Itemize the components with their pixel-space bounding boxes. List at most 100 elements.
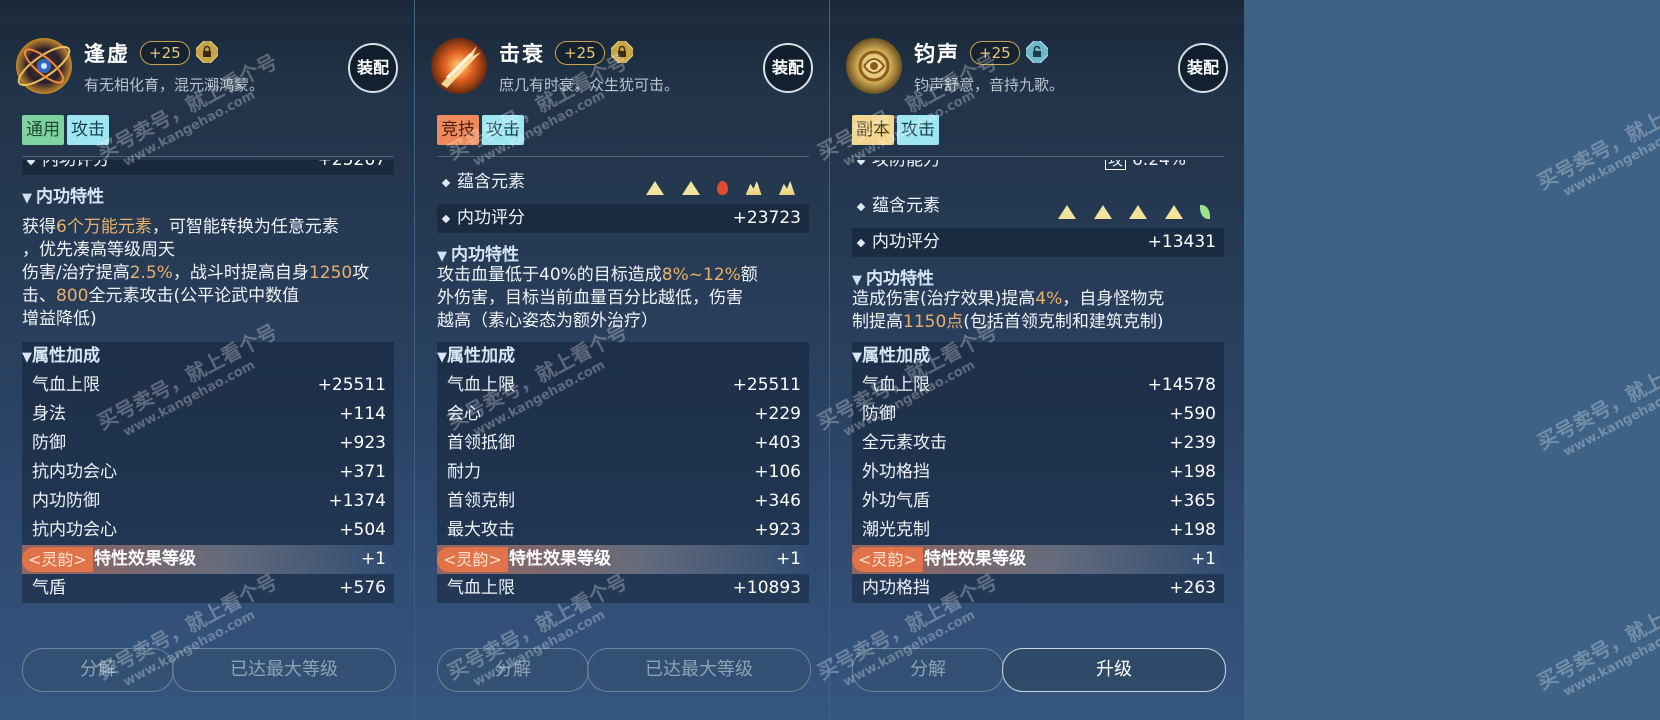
collapse-arrow-icon: ▼ (437, 249, 447, 264)
attr-section-header[interactable]: ▼属性加成 (437, 342, 809, 371)
tag-type: 攻击 (67, 115, 109, 145)
elements-row: 蕴含元素 (437, 168, 809, 197)
divider (852, 156, 1224, 157)
decompose-button[interactable]: 分解 (22, 648, 174, 692)
level-badge: +25 (555, 41, 605, 65)
max-level-button[interactable]: 已达最大等级 (172, 648, 396, 692)
attr-row: 最大攻击 +923 (437, 516, 809, 545)
item-icon-junsheng (846, 38, 902, 94)
lock-icon[interactable] (611, 41, 633, 63)
element-triangle-icon (1058, 205, 1077, 219)
lingyun-row: <灵韵> 特性效果等级 +1 (437, 545, 809, 574)
item-icon-jishuai (431, 38, 487, 94)
attr-row: 气血上限 +25511 (22, 371, 394, 400)
lingyun-badge: <灵韵> (437, 547, 508, 572)
equip-button[interactable]: 装配 (763, 43, 813, 93)
attr-row: 气血上限 +14578 (852, 371, 1224, 400)
element-triangle-icon (1164, 205, 1183, 219)
score-row: 内功评分 +25267 (22, 160, 394, 175)
element-fire-icon (717, 181, 729, 195)
item-description: 钧声舒意，音持九歌。 (914, 76, 1065, 94)
element-icons (1046, 198, 1210, 219)
trait-section-header[interactable]: ▼ 内功特性 (852, 264, 934, 289)
collapse-arrow-icon: ▼ (852, 350, 862, 365)
tag-category: 竞技 (437, 115, 479, 145)
lock-icon[interactable] (196, 41, 218, 63)
item-description: 庶几有时衰，众生犹可击。 (499, 76, 680, 94)
elements-row: 蕴含元素 (852, 192, 1224, 221)
item-name: 钧声 (914, 41, 960, 66)
element-triangle-icon (681, 181, 700, 195)
attr-row: 内功防御 +1374 (22, 487, 394, 516)
lingyun-row: <灵韵> 特性效果等级 +1 (22, 545, 394, 574)
attr-row: 首领克制 +346 (437, 487, 809, 516)
attr-row: 抗内功会心 +504 (22, 516, 394, 545)
attr-row: 防御 +590 (852, 400, 1224, 429)
lingyun-badge: <灵韵> (22, 547, 93, 572)
item-name: 逢虚 (84, 41, 130, 66)
lingyun-badge: <灵韵> (852, 547, 923, 572)
item-panel-2: 击衰 +25 庶几有时衰，众生犹可击。 装配 竞技 攻击 蕴含元素 内功评分 +… (415, 0, 829, 720)
attr-row: 耐力 +106 (437, 458, 809, 487)
trait-section-header[interactable]: ▼ 内功特性 (22, 182, 104, 207)
item-description: 有无相化育，混元溯鸿蒙。 (84, 76, 265, 94)
equip-button[interactable]: 装配 (1178, 43, 1228, 93)
element-icons (634, 174, 795, 195)
collapse-arrow-icon: ▼ (22, 191, 32, 206)
details-scroll-area[interactable]: 蕴含元素 内功评分 +23723 ▼ 内功特性 攻击血量低于40%的目标造成8%~… (415, 160, 829, 630)
diamond-bullet-icon (856, 238, 866, 248)
collapse-arrow-icon: ▼ (22, 350, 32, 365)
element-triangle-icon (1129, 205, 1148, 219)
element-leaf-icon (1200, 205, 1210, 219)
score-row: 内功评分 +13431 (852, 228, 1224, 257)
watermark: 买号卖号，就上看个号 www.kangehao.com (1533, 79, 1660, 200)
attr-row: 防御 +923 (22, 429, 394, 458)
attr-row: 气血上限 +25511 (437, 371, 809, 400)
collapse-arrow-icon: ▼ (852, 273, 862, 288)
diamond-bullet-icon (856, 202, 866, 212)
element-mountain-icon (745, 181, 762, 195)
upgrade-button[interactable]: 升级 (1002, 648, 1226, 692)
lingyun-row: <灵韵> 特性效果等级 +1 (852, 545, 1224, 574)
attr-row: 会心 +229 (437, 400, 809, 429)
collapse-arrow-icon: ▼ (437, 350, 447, 365)
unlock-icon[interactable] (1026, 41, 1048, 63)
decompose-button[interactable]: 分解 (852, 648, 1004, 692)
attr-row: 气血上限 +10893 (437, 574, 809, 603)
item-panel-3: 钧声 +25 钧声舒意，音持九歌。 装配 副本 攻击 攻防能力 攻 6.24% 蕴… (830, 0, 1244, 720)
level-badge: +25 (970, 41, 1020, 65)
attr-row: 外功气盾 +365 (852, 487, 1224, 516)
tag-type: 攻击 (482, 115, 524, 145)
attr-section-header[interactable]: ▼属性加成 (22, 342, 394, 371)
attr-row: 抗内功会心 +371 (22, 458, 394, 487)
trait-text: 造成伤害(治疗效果)提高4%，自身怪物克 制提高1150点(包括首领克制和建筑克… (852, 289, 1165, 332)
attack-defense-row: 攻防能力 攻 6.24% (852, 160, 1224, 175)
details-scroll-area[interactable]: 攻防能力 攻 6.24% 蕴含元素 内功评分 +13431 ▼ 内功特性 造成伤… (830, 160, 1244, 630)
decompose-button[interactable]: 分解 (437, 648, 589, 692)
diamond-bullet-icon (856, 160, 866, 166)
attr-row: 潮光克制 +198 (852, 516, 1224, 545)
item-name: 击衰 (499, 41, 545, 66)
divider (22, 156, 394, 157)
diamond-bullet-icon (26, 160, 36, 166)
watermark: 买号卖号，就上看个号 www.kangehao.com (1533, 339, 1660, 460)
max-level-button[interactable]: 已达最大等级 (587, 648, 811, 692)
attr-row: 身法 +114 (22, 400, 394, 429)
item-icon-fengxu (16, 38, 72, 94)
element-triangle-icon (646, 181, 665, 195)
tag-category: 通用 (22, 115, 64, 145)
attr-section-header[interactable]: ▼属性加成 (852, 342, 1224, 371)
element-triangle-icon (1093, 205, 1112, 219)
diamond-bullet-icon (441, 178, 451, 188)
level-badge: +25 (140, 41, 190, 65)
attr-row: 气盾 +576 (22, 574, 394, 603)
details-scroll-area[interactable]: 内功评分 +25267 ▼ 内功特性 获得6个万能元素，可智能转换为任意元素 ，优… (0, 160, 414, 630)
watermark: 买号卖号，就上看个号 www.kangehao.com (1533, 579, 1660, 700)
element-mountain-icon (779, 181, 795, 195)
tag-category: 副本 (852, 115, 894, 145)
trait-text: 攻击血量低于40%的目标造成8%~12%额 外伤害，目标当前血量百分比越低，伤害… (437, 265, 758, 331)
tag-type: 攻击 (897, 115, 939, 145)
trait-text: 获得6个万能元素，可智能转换为任意元素 ，优先凑高等级周天 伤害/治疗提高2.5… (22, 217, 370, 329)
trait-section-header[interactable]: ▼ 内功特性 (437, 240, 519, 265)
equip-button[interactable]: 装配 (348, 43, 398, 93)
